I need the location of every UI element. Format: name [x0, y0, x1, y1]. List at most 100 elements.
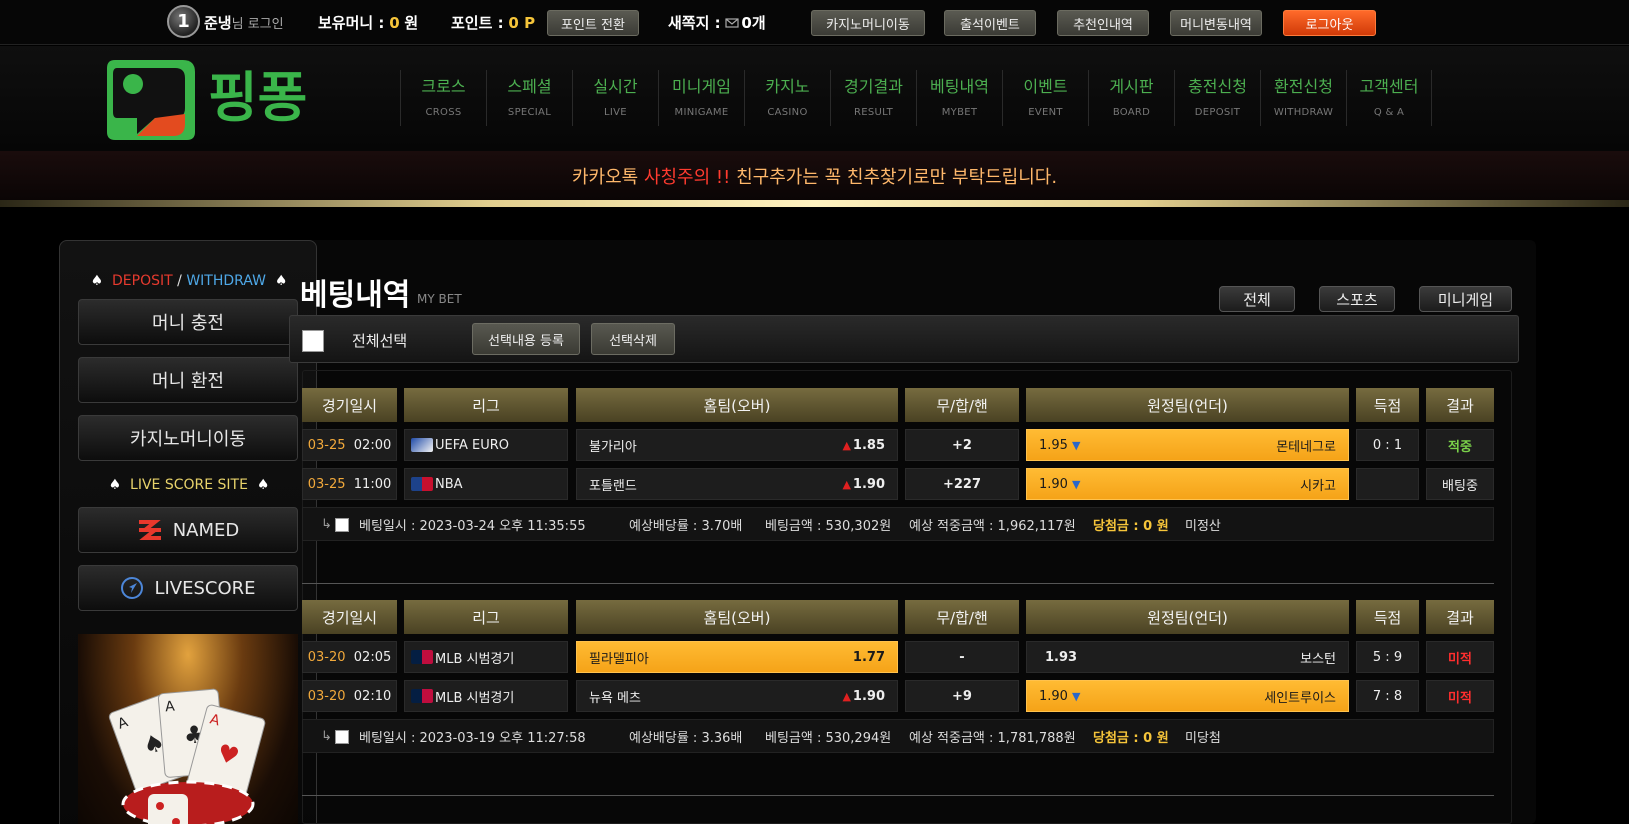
- deposit-withdraw-title: ♠ DEPOSIT / WITHDRAW ♠: [90, 273, 288, 289]
- mlb-icon: [411, 689, 433, 703]
- settlement-status: 미당첨: [1185, 730, 1221, 746]
- away-team-cell[interactable]: 1.95 ▼ 몬테네그로: [1026, 429, 1349, 461]
- score-cell: 5 : 9: [1356, 641, 1419, 673]
- result-cell: 배팅중: [1426, 468, 1494, 500]
- live-score-title: ♠ LIVE SCORE SITE ♠: [108, 477, 270, 493]
- bet-amount: 베팅금액 : 530,294원: [765, 730, 892, 746]
- point-value: 0 P: [508, 14, 536, 32]
- home-team-cell[interactable]: 뉴욕 메츠 ▲ 1.90: [576, 680, 898, 712]
- win-amount: 당첨금 : 0 원: [1093, 730, 1169, 746]
- referral-history-button[interactable]: 추천인내역: [1057, 10, 1149, 36]
- col-header-score: 득점: [1356, 388, 1419, 422]
- site-logo[interactable]: 핑퐁: [103, 54, 353, 146]
- col-header-draw-handicap: 무/합/핸: [905, 600, 1019, 634]
- away-team-cell[interactable]: 1.93 보스턴: [1026, 641, 1349, 673]
- bet-summary: ↳ 베팅일시 : 2023-03-24 오후 11:35:55 예상배당률 : …: [302, 507, 1494, 541]
- group-divider: [302, 795, 1494, 796]
- col-header-draw-handicap: 무/합/핸: [905, 388, 1019, 422]
- casino-money-button[interactable]: 카지노머니이동: [78, 415, 298, 461]
- money-change-history-button[interactable]: 머니변동내역: [1170, 10, 1262, 36]
- draw-handicap-cell[interactable]: +9: [905, 680, 1019, 712]
- message-label: 새쪽지 :: [668, 14, 721, 32]
- select-all-checkbox[interactable]: [302, 330, 324, 352]
- nav-special[interactable]: 스페셜 SPECIAL: [486, 70, 572, 126]
- score-cell: 0 : 1: [1356, 429, 1419, 461]
- odds-up-icon: ▲: [842, 689, 851, 703]
- col-header-date: 경기일시: [302, 388, 397, 422]
- named-logo-icon: [138, 520, 161, 540]
- nav-qna[interactable]: 고객센터 Q & A: [1346, 70, 1432, 126]
- draw-handicap-cell[interactable]: +227: [905, 468, 1019, 500]
- home-team-cell[interactable]: 필라델피아 1.77: [576, 641, 898, 673]
- col-header-result: 결과: [1426, 600, 1494, 634]
- named-button[interactable]: NAMED: [78, 507, 298, 553]
- money-label: 보유머니 :: [318, 14, 385, 32]
- nav-minigame[interactable]: 미니게임 MINIGAME: [658, 70, 744, 126]
- bet-amount: 베팅금액 : 530,302원: [765, 518, 892, 534]
- filter-sports-button[interactable]: 스포츠: [1319, 286, 1395, 312]
- league-cell: UEFA EURO: [404, 429, 568, 461]
- result-cell: 미적: [1426, 680, 1494, 712]
- money-exchange-button[interactable]: 머니 환전: [78, 357, 298, 403]
- expected-odds: 예상배당률 : 3.36배: [629, 730, 743, 746]
- league-cell: MLB 시범경기: [404, 680, 568, 712]
- casino-money-move-button[interactable]: 카지노머니이동: [811, 10, 925, 36]
- result-cell: 적중: [1426, 429, 1494, 461]
- bet-checkbox[interactable]: [335, 730, 349, 744]
- away-team-cell[interactable]: 1.90 ▼ 시카고: [1026, 468, 1349, 500]
- login-suffix: 님 로그인: [231, 17, 284, 32]
- nav-result[interactable]: 경기결과 RESULT: [830, 70, 916, 126]
- col-header-away: 원정팀(언더): [1026, 388, 1349, 422]
- filter-all-button[interactable]: 전체: [1219, 286, 1295, 312]
- point-label: 포인트 :: [451, 14, 504, 32]
- draw-handicap-cell[interactable]: +2: [905, 429, 1019, 461]
- casino-ad-image[interactable]: A ♠ A ♣ A ♥: [78, 634, 298, 824]
- attendance-event-button[interactable]: 출석이벤트: [944, 10, 1036, 36]
- col-header-score: 득점: [1356, 600, 1419, 634]
- expected-win-amount: 예상 적중금액 : 1,781,788원: [909, 730, 1076, 746]
- money-charge-button[interactable]: 머니 충전: [78, 299, 298, 345]
- nav-mybet[interactable]: 베팅내역 MYBET: [916, 70, 1002, 126]
- notice-part1: 카카오톡: [571, 167, 639, 188]
- notice-banner: 카카오톡 사칭주의 !! 친구추가는 꼭 친추찾기로만 부탁드립니다.: [0, 151, 1629, 201]
- nav-cross[interactable]: 크로스 CROSS: [400, 70, 486, 126]
- away-team-cell[interactable]: 1.90 ▼ 세인트루이스: [1026, 680, 1349, 712]
- message-value: 0개: [741, 14, 766, 32]
- nav-deposit[interactable]: 충전신청 DEPOSIT: [1174, 70, 1260, 126]
- svg-text:A: A: [165, 699, 176, 716]
- nav-board[interactable]: 게시판 BOARD: [1088, 70, 1174, 126]
- settlement-status: 미정산: [1185, 518, 1221, 534]
- message-info[interactable]: 새쪽지 : 0개: [668, 12, 766, 33]
- nav-event[interactable]: 이벤트 EVENT: [1002, 70, 1088, 126]
- odds-down-icon: ▼: [1071, 689, 1081, 703]
- home-team-cell[interactable]: 불가리아 ▲ 1.85: [576, 429, 898, 461]
- group-divider: [302, 583, 1494, 584]
- expected-odds: 예상배당률 : 3.70배: [629, 518, 743, 534]
- gold-divider: [0, 200, 1629, 207]
- bet-checkbox[interactable]: [335, 518, 349, 532]
- cards-chip-illustration: A♠ A♣ A♥: [108, 688, 266, 824]
- col-header-date: 경기일시: [302, 600, 397, 634]
- nav-withdraw[interactable]: 환전신청 WITHDRAW: [1260, 70, 1346, 126]
- delete-selected-button[interactable]: 선택삭제: [591, 323, 675, 355]
- filter-minigame-button[interactable]: 미니게임: [1419, 286, 1512, 312]
- home-team-cell[interactable]: 포틀랜드 ▲ 1.90: [576, 468, 898, 500]
- page-subtitle: MY BET: [417, 292, 462, 306]
- draw-handicap-cell[interactable]: -: [905, 641, 1019, 673]
- expected-win-amount: 예상 적중금액 : 1,962,117원: [909, 518, 1076, 534]
- level-badge: 1: [167, 5, 200, 38]
- top-bar: 1 준냉님 로그인 보유머니 : 0 원 포인트 : 0 P 포인트 전환 새쪽…: [0, 0, 1629, 45]
- uefa-euro-icon: [411, 438, 433, 452]
- register-selected-button[interactable]: 선택내용 등록: [472, 323, 580, 355]
- livescore-button[interactable]: LIVESCORE: [78, 565, 298, 611]
- spade-icon: ♠: [108, 477, 122, 493]
- bet-time: 베팅일시 : 2023-03-24 오후 11:35:55: [359, 518, 586, 534]
- logout-button[interactable]: 로그아웃: [1283, 10, 1376, 36]
- envelope-icon: [725, 17, 740, 28]
- point-convert-button[interactable]: 포인트 전환: [547, 10, 639, 36]
- deposit-label: DEPOSIT: [112, 273, 173, 289]
- match-datetime: 03-20 02:10: [302, 680, 397, 712]
- nav-casino[interactable]: 카지노 CASINO: [744, 70, 830, 126]
- nav-live[interactable]: 실시간 LIVE: [572, 70, 658, 126]
- sidebar: ♠ DEPOSIT / WITHDRAW ♠ 머니 충전 머니 환전 카지노머니…: [59, 240, 317, 824]
